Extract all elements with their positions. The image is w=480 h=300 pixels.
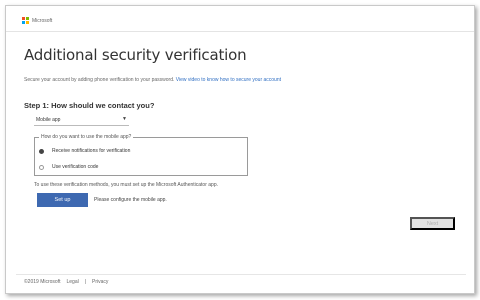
copyright-text: ©2019 Microsoft	[24, 279, 61, 285]
contact-method-select[interactable]: Mobile app ▼	[34, 115, 129, 126]
radio-label: Use verification code	[52, 164, 99, 170]
contact-method-value: Mobile app	[36, 117, 61, 123]
footer: ©2019 Microsoft Legal | Privacy	[24, 279, 108, 285]
option-verification-code[interactable]: Use verification code	[39, 164, 98, 170]
footer-separator: |	[84, 279, 87, 285]
intro-description: Secure your account by adding phone veri…	[24, 77, 175, 83]
page-title: Additional security verification	[24, 46, 247, 64]
privacy-link[interactable]: Privacy	[92, 279, 108, 285]
radio-receive-notifications[interactable]	[39, 148, 44, 154]
video-help-link[interactable]: View video to know how to secure your ac…	[176, 77, 281, 83]
mobile-app-options: How do you want to use the mobile app? R…	[34, 134, 248, 176]
microsoft-logo: Microsoft	[22, 17, 52, 24]
footer-divider	[16, 274, 466, 275]
step-heading: Step 1: How should we contact you?	[24, 101, 155, 110]
authenticator-note: To use these verification methods, you m…	[34, 182, 218, 188]
mobile-app-legend: How do you want to use the mobile app?	[39, 134, 134, 140]
radio-label: Receive notifications for verification	[52, 148, 131, 154]
radio-verification-code[interactable]	[39, 164, 44, 170]
configure-note: Please configure the mobile app.	[94, 197, 167, 203]
option-receive-notifications[interactable]: Receive notifications for verification	[39, 148, 130, 154]
next-button[interactable]: Next	[410, 217, 455, 230]
microsoft-logo-icon	[22, 17, 29, 24]
top-bar: Microsoft	[6, 6, 474, 32]
intro-text: Secure your account by adding phone veri…	[24, 77, 281, 83]
chevron-down-icon: ▼	[122, 116, 127, 122]
set-up-button[interactable]: Set up	[37, 193, 88, 207]
legal-link[interactable]: Legal	[66, 279, 78, 285]
browser-window: Microsoft Additional security verificati…	[5, 5, 475, 294]
brand-name: Microsoft	[32, 17, 53, 24]
